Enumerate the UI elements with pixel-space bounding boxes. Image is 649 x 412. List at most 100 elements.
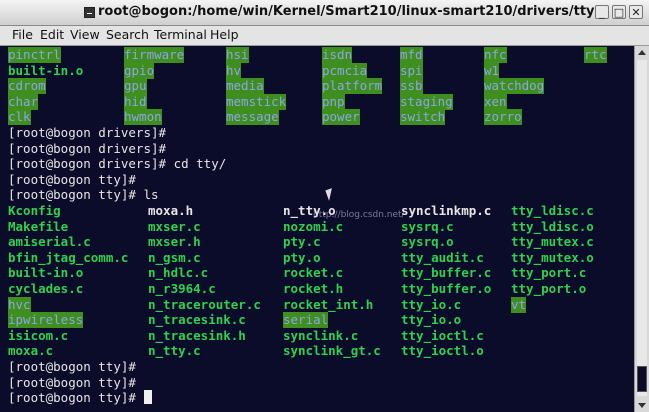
close-button[interactable]: ✕: [629, 5, 643, 19]
directory-entry: vt: [511, 296, 527, 313]
terminal-line: isicom.c n_tracesink.h synclink.c tty_ioctl…: [0, 328, 634, 344]
directory-entry: xen: [484, 93, 507, 110]
file-entry: n_gsm.c: [148, 249, 201, 265]
menu-terminal[interactable]: Terminal: [154, 27, 207, 42]
file-entry: tty_ldisc.o: [511, 218, 594, 234]
file-entry: pty.c: [283, 234, 321, 250]
file-entry: pty.o: [283, 249, 321, 265]
file-entry: built-in.o: [8, 265, 84, 281]
terminal-window: root@bogon:/home/win/Kernel/Smart210/lin…: [0, 0, 649, 412]
file-entry: synclink_gt.c: [283, 343, 381, 359]
file-entry: sysrq.c: [401, 218, 454, 234]
directory-entry: message: [226, 109, 279, 126]
file-entry: synclink.c: [283, 327, 359, 343]
terminal-line: Kconfig moxa.h n_tty.o synclinkmp.c tty_ldis…: [0, 203, 634, 219]
file-entry: tty_port.o: [511, 281, 587, 296]
terminal-line: bfin_jtag_comm.c n_gsm.c pty.o tty_audit.c t…: [0, 250, 634, 266]
menu-bar: File Edit View Search Terminal Help: [0, 26, 649, 46]
minimize-button[interactable]: _: [595, 5, 609, 19]
terminal-line: [root@bogon tty]# ls: [0, 187, 634, 203]
file-entry: mxser.c: [148, 218, 201, 234]
shell-prompt: [root@bogon tty]#: [8, 390, 153, 406]
scroll-up-arrow-icon[interactable]: [638, 50, 646, 55]
file-entry: mxser.h: [148, 234, 201, 250]
maximize-button[interactable]: □: [612, 5, 626, 19]
file-entry: tty_ldisc.c: [511, 203, 594, 218]
directory-entry: firmware: [124, 47, 185, 63]
directory-entry: watchdog: [484, 78, 545, 95]
directory-entry: zorro: [484, 109, 522, 126]
directory-entry: pcmcia: [322, 62, 368, 79]
shell-prompt: [root@bogon tty]#: [8, 171, 136, 187]
directory-entry: nfc: [484, 47, 507, 63]
directory-entry: gpio: [124, 62, 155, 79]
file-entry: cyclades.c: [8, 281, 84, 296]
directory-entry: memstick: [226, 93, 287, 110]
scrollbar-track[interactable]: [637, 60, 647, 396]
terminal-line: moxa.c n_tty.c synclink_gt.c tty_ioctl.o: [0, 343, 634, 359]
directory-entry: platform: [322, 78, 383, 95]
file-entry: bfin_jtag_comm.c: [8, 249, 129, 265]
file-entry: tty_port.c: [511, 265, 587, 281]
directory-entry: ipwireless: [8, 312, 84, 329]
terminal-line: cyclades.c n_r3964.c rocket.h tty_buffer.o t…: [0, 281, 634, 297]
directory-entry: switch: [400, 109, 446, 126]
vertical-scrollbar[interactable]: [634, 46, 649, 412]
menu-search[interactable]: Search: [106, 27, 149, 42]
directory-entry: char: [8, 93, 39, 110]
terminal-line: [root@bogon tty]#: [0, 359, 634, 375]
file-entry: Makefile: [8, 218, 69, 234]
directory-entry: power: [322, 109, 360, 126]
file-entry: tty_ioctl.o: [401, 343, 484, 359]
file-entry: isicom.c: [8, 327, 69, 343]
terminal-line: char hid memstick pnp staging xen: [0, 93, 634, 110]
text-cursor: [144, 390, 153, 405]
terminal-line: [root@bogon tty]#: [0, 375, 634, 391]
file-entry: n_hdlc.c: [148, 265, 209, 281]
scrollbar-thumb[interactable]: [637, 366, 647, 392]
terminal-output[interactable]: http://blog.csdn.net/ pinctrl firmware hsi…: [0, 46, 634, 412]
scroll-down-arrow-icon[interactable]: [638, 403, 646, 408]
file-entry: amiserial.c: [8, 234, 91, 250]
directory-entry: media: [226, 78, 264, 95]
terminal-line: [root@bogon tty]#: [0, 390, 634, 406]
file-entry: tty_mutex.c: [511, 234, 594, 250]
directory-entry: serial: [283, 312, 329, 329]
terminal-line: [root@bogon drivers]#: [0, 125, 634, 141]
menu-file[interactable]: File: [12, 27, 33, 42]
file-entry: n_tty.o: [283, 203, 336, 218]
file-entry: tty_audit.c: [401, 249, 484, 265]
file-entry: rocket.h: [283, 281, 344, 296]
file-entry: tty_buffer.c: [401, 265, 492, 281]
file-entry: synclinkmp.c: [401, 203, 492, 218]
file-entry: n_tracesink.c: [148, 312, 246, 328]
directory-entry: gpu: [124, 78, 147, 95]
file-entry: rocket_int.h: [283, 296, 374, 312]
file-entry: n_tty.c: [148, 343, 201, 359]
terminal-line: cdrom gpu media platform ssb watchdog: [0, 78, 634, 95]
file-entry: tty_mutex.o: [511, 249, 594, 265]
directory-entry: spi: [400, 62, 423, 79]
file-entry: rocket.c: [283, 265, 344, 281]
file-entry: moxa.c: [8, 343, 54, 359]
file-entry: tty_io.c: [401, 296, 462, 312]
shell-prompt: [root@bogon tty]#: [8, 374, 136, 390]
file-entry: n_r3964.c: [148, 281, 216, 296]
file-entry: moxa.h: [148, 203, 194, 218]
terminal-line: [root@bogon tty]#: [0, 172, 634, 188]
file-entry: nozomi.c: [283, 218, 344, 234]
terminal-line: pinctrl firmware hsi isdn mfd nfc rtc: [0, 47, 634, 63]
title-bar[interactable]: root@bogon:/home/win/Kernel/Smart210/lin…: [0, 0, 649, 26]
directory-entry: mfd: [400, 47, 423, 63]
menu-edit[interactable]: Edit: [40, 27, 64, 42]
terminal-line: Makefile mxser.c nozomi.c sysrq.c tty_ldisc.…: [0, 219, 634, 235]
terminal-line: clk hwmon message power switch zorro: [0, 109, 634, 126]
directory-entry: pnp: [322, 93, 345, 110]
menu-help[interactable]: Help: [210, 27, 239, 42]
directory-entry: rtc: [584, 47, 607, 63]
directory-entry: ssb: [400, 78, 423, 95]
file-entry: n_tracerouter.c: [148, 296, 261, 312]
shell-prompt: [root@bogon tty]#: [8, 359, 136, 374]
directory-entry: hsi: [226, 47, 249, 63]
menu-view[interactable]: View: [70, 27, 100, 42]
